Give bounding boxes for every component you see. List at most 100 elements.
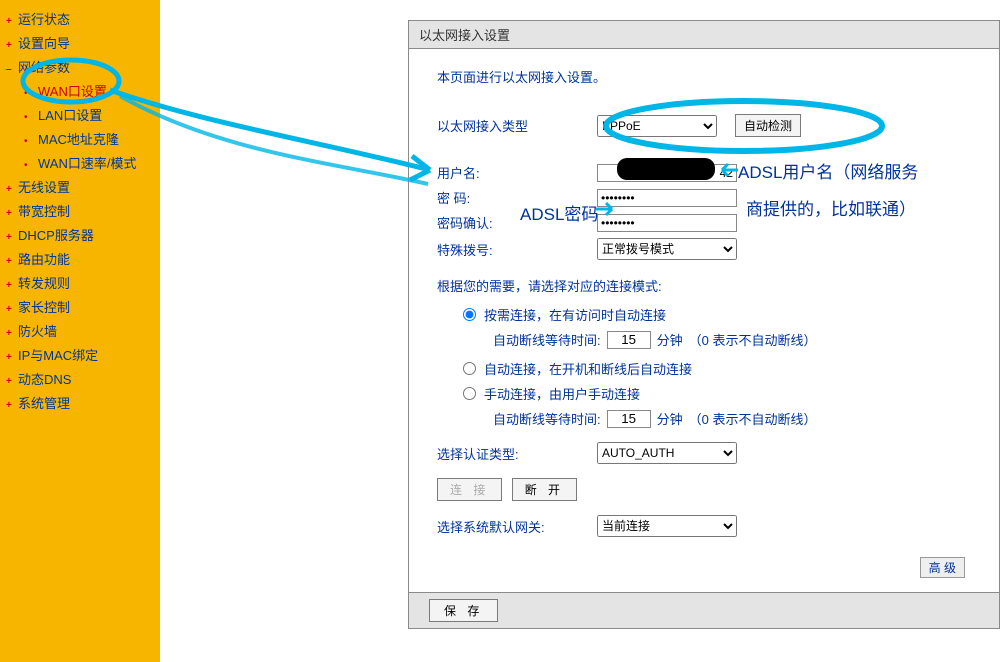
dial-row: 特殊拨号: 正常拨号模式	[437, 238, 971, 260]
sidebar-item-15[interactable]: + 动态DNS	[0, 368, 160, 392]
plus-icon: +	[6, 301, 12, 319]
auth-row: 选择认证类型: AUTO_AUTH	[437, 442, 971, 464]
wait2-row: 自动断线等待时间: 分钟 （0 表示不自动断线）	[493, 409, 971, 428]
plus-icon: +	[6, 373, 12, 391]
password-input[interactable]	[597, 189, 737, 207]
sidebar-item-10[interactable]: +路由功能	[0, 248, 160, 272]
wait2-input[interactable]	[607, 410, 651, 428]
panel-title: 以太网接入设置	[409, 21, 999, 49]
password-confirm-input[interactable]	[597, 214, 737, 232]
redacted-username-icon	[617, 158, 715, 180]
sidebar-item-label: IP与MAC绑定	[18, 348, 98, 363]
advanced-row: 高 级	[437, 557, 971, 578]
dial-select[interactable]: 正常拨号模式	[597, 238, 737, 260]
sidebar-item-6[interactable]: • WAN口速率/模式	[0, 152, 160, 176]
mode3-row: 手动连接，由用户手动连接	[463, 384, 971, 403]
sidebar-item-label: 带宽控制	[18, 204, 70, 219]
mode2-row: 自动连接，在开机和断线后自动连接	[463, 359, 971, 378]
plus-icon: +	[6, 397, 12, 415]
plus-icon: +	[6, 349, 12, 367]
wait2-hint: （0 表示不自动断线）	[689, 409, 817, 428]
plus-icon: +	[6, 325, 12, 343]
wait1-unit: 分钟	[657, 330, 683, 349]
dot-icon: •	[24, 109, 28, 127]
sidebar-item-label: 防火墙	[18, 324, 57, 339]
sidebar-item-label: 设置向导	[18, 36, 70, 51]
gateway-row: 选择系统默认网关: 当前连接	[437, 515, 971, 537]
sidebar-item-label: 家长控制	[18, 300, 70, 315]
sidebar-item-8[interactable]: + 带宽控制	[0, 200, 160, 224]
mode3-radio[interactable]	[463, 387, 476, 400]
gateway-select[interactable]: 当前连接	[597, 515, 737, 537]
wan-settings-panel: 以太网接入设置 本页面进行以太网接入设置。 以太网接入类型 PPPoE 自动检测…	[408, 20, 1000, 629]
mode3-label: 手动连接，由用户手动连接	[484, 384, 640, 403]
sidebar-item-1[interactable]: + 设置向导	[0, 32, 160, 56]
sidebar-item-9[interactable]: + DHCP服务器	[0, 224, 160, 248]
gateway-label: 选择系统默认网关:	[437, 517, 597, 536]
plus-icon: +	[6, 37, 12, 55]
sidebar-item-label: WAN口设置	[38, 84, 107, 99]
sidebar-item-3[interactable]: • WAN口设置	[0, 80, 160, 104]
wait2-label: 自动断线等待时间:	[493, 409, 601, 428]
plus-icon: +	[6, 181, 12, 199]
sidebar-item-16[interactable]: + 系统管理	[0, 392, 160, 416]
plus-icon: +	[6, 277, 12, 295]
save-bar: 保 存	[409, 592, 999, 628]
sidebar-item-label: 无线设置	[18, 180, 70, 195]
sidebar-item-14[interactable]: + IP与MAC绑定	[0, 344, 160, 368]
sidebar-item-7[interactable]: + 无线设置	[0, 176, 160, 200]
plus-icon: +	[6, 13, 12, 31]
wait1-input[interactable]	[607, 331, 651, 349]
auto-detect-button[interactable]: 自动检测	[735, 114, 801, 137]
plus-icon: +	[6, 205, 12, 223]
dial-label: 特殊拨号:	[437, 240, 597, 259]
sidebar-item-label: 系统管理	[18, 396, 70, 411]
username-label: 用户名:	[437, 163, 597, 182]
panel-body: 本页面进行以太网接入设置。 以太网接入类型 PPPoE 自动检测 用户名: 密 …	[409, 49, 999, 592]
mode2-label: 自动连接，在开机和断线后自动连接	[484, 359, 692, 378]
auth-select[interactable]: AUTO_AUTH	[597, 442, 737, 464]
sidebar-item-11[interactable]: + 转发规则	[0, 272, 160, 296]
auth-label: 选择认证类型:	[437, 444, 597, 463]
mode1-label: 按需连接，在有访问时自动连接	[484, 305, 666, 324]
dot-icon: •	[24, 133, 28, 151]
annotation-text-pwd: ADSL密码	[520, 200, 598, 225]
sidebar-item-label: 动态DNS	[18, 372, 71, 387]
sidebar-item-4[interactable]: • LAN口设置	[0, 104, 160, 128]
sidebar-item-label: DHCP服务器	[18, 228, 94, 243]
sidebar-item-12[interactable]: + 家长控制	[0, 296, 160, 320]
dot-icon: •	[24, 85, 28, 103]
annotation-text-user: ADSL用户名（网络服务	[738, 158, 918, 183]
sidebar-item-0[interactable]: + 运行状态	[0, 8, 160, 32]
mode1-row: 按需连接，在有访问时自动连接	[463, 305, 971, 324]
sidebar-item-5[interactable]: • MAC地址克隆	[0, 128, 160, 152]
conn-mode-desc: 根据您的需要，请选择对应的连接模式:	[437, 276, 971, 295]
sidebar-item-label: 网络参数	[18, 60, 70, 75]
conn-type-row: 以太网接入类型 PPPoE 自动检测	[437, 114, 971, 137]
minus-icon: –	[6, 61, 12, 79]
dot-icon: •	[24, 157, 28, 175]
mode1-radio[interactable]	[463, 308, 476, 321]
sidebar-item-13[interactable]: + 防火墙	[0, 320, 160, 344]
sidebar-item-2[interactable]: –网络参数	[0, 56, 160, 80]
sidebar-item-label: LAN口设置	[38, 108, 102, 123]
connect-button-group: 连 接 断 开	[437, 478, 971, 501]
wait2-unit: 分钟	[657, 409, 683, 428]
sidebar-item-label: WAN口速率/模式	[38, 156, 136, 171]
wait1-hint: （0 表示不自动断线）	[689, 330, 817, 349]
sidebar-item-label: 转发规则	[18, 276, 70, 291]
connect-button[interactable]: 连 接	[437, 478, 502, 501]
sidebar-item-label: 运行状态	[18, 12, 70, 27]
panel-desc: 本页面进行以太网接入设置。	[437, 67, 971, 86]
sidebar: +运行状态+设置向导–网络参数•WAN口设置•LAN口设置•MAC地址克隆•WA…	[0, 0, 160, 662]
sidebar-item-label: MAC地址克隆	[38, 132, 119, 147]
plus-icon: +	[6, 253, 12, 271]
mode2-radio[interactable]	[463, 362, 476, 375]
advanced-button[interactable]: 高 级	[920, 557, 965, 578]
wait1-label: 自动断线等待时间:	[493, 330, 601, 349]
wait1-row: 自动断线等待时间: 分钟 （0 表示不自动断线）	[493, 330, 971, 349]
plus-icon: +	[6, 229, 12, 247]
disconnect-button[interactable]: 断 开	[512, 478, 577, 501]
conn-type-select[interactable]: PPPoE	[597, 115, 717, 137]
save-button[interactable]: 保 存	[429, 599, 498, 622]
